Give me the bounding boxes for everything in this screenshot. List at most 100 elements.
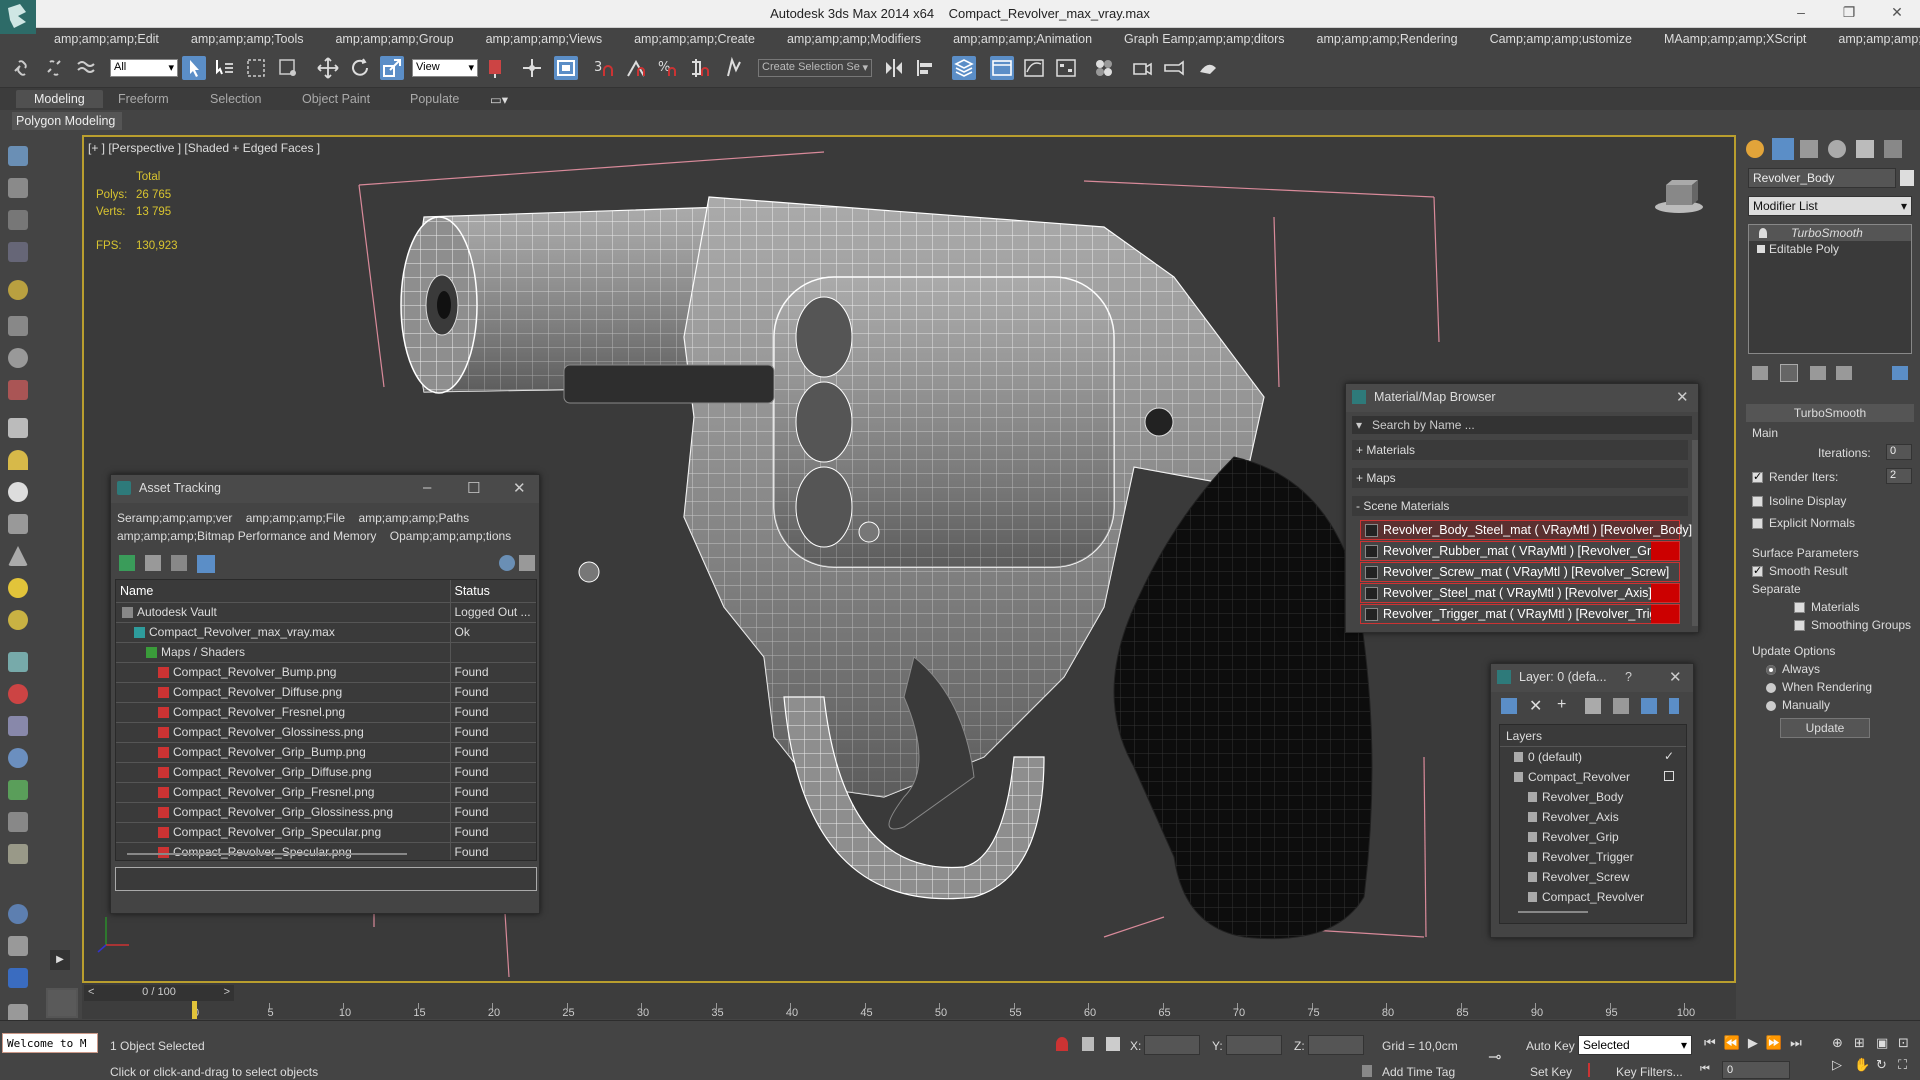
box-icon[interactable] <box>8 418 28 438</box>
time-slider[interactable]: < 0 / 100 > <box>84 985 234 1001</box>
always-radio[interactable] <box>1766 664 1776 675</box>
highlight-layer-icon[interactable] <box>1613 698 1629 714</box>
modify-tab-icon[interactable] <box>1772 138 1794 160</box>
torus-icon[interactable] <box>8 610 28 630</box>
unlink-icon[interactable] <box>42 56 66 80</box>
orbit-icon[interactable]: ↻ <box>1876 1057 1887 1073</box>
layer-item[interactable]: Revolver_Screw <box>1500 867 1686 887</box>
angle-snap-icon[interactable] <box>624 56 648 80</box>
render-iters-spinner[interactable]: 2 <box>1886 468 1912 484</box>
render-production-icon[interactable] <box>1196 56 1220 80</box>
layer-scrollbar[interactable] <box>1518 911 1588 913</box>
rendered-frame-window-icon[interactable] <box>1162 56 1186 80</box>
menu-rendering[interactable]: amp;amp;amp;Rendering <box>1299 32 1472 46</box>
cloth-icon[interactable] <box>8 844 28 864</box>
x-coordinate-field[interactable] <box>1144 1035 1200 1055</box>
when-rendering-radio[interactable] <box>1766 682 1776 693</box>
timeline-ruler[interactable]: 0510152025303540455055606570758085909510… <box>134 1001 1695 1019</box>
manually-radio[interactable] <box>1766 700 1776 711</box>
minimize-icon[interactable]: – <box>423 479 431 496</box>
close-button[interactable]: ✕ <box>1886 4 1908 22</box>
layer-item[interactable]: 0 (default) ✓ <box>1500 747 1686 767</box>
display-icon[interactable] <box>8 210 28 230</box>
table-row[interactable]: Compact_Revolver_Grip_Specular.png Found <box>116 822 536 843</box>
material-item[interactable]: Revolver_Steel_mat ( VRayMtl ) [Revolver… <box>1360 583 1680 603</box>
viewport-layout-icon[interactable] <box>8 242 28 262</box>
menu-edit[interactable]: amp;amp;amp;Edit <box>36 32 173 46</box>
zoom-icon[interactable]: ⊕ <box>1832 1035 1843 1051</box>
selection-filter-dropdown[interactable]: All <box>110 59 178 77</box>
select-manipulate-icon[interactable] <box>520 56 544 80</box>
asset-tracking-titlebar[interactable]: Asset Tracking – ☐ ✕ <box>111 475 539 503</box>
configure-modifier-sets-icon[interactable] <box>1892 366 1908 380</box>
menu-tools[interactable]: amp;amp;amp;Tools <box>173 32 318 46</box>
tab-object-paint[interactable]: Object Paint <box>302 92 370 106</box>
add-to-layer-icon[interactable]: + <box>1557 696 1566 714</box>
edit-named-selection-icon[interactable] <box>724 56 748 80</box>
make-unique-icon[interactable] <box>1810 366 1826 380</box>
tab-freeform[interactable]: Freeform <box>118 92 169 106</box>
bind-space-warp-icon[interactable] <box>74 56 98 80</box>
render-iters-checkbox[interactable] <box>1752 470 1763 484</box>
table-row[interactable]: Compact_Revolver_Diffuse.png Found <box>116 682 536 703</box>
table-row[interactable]: Compact_Revolver_Grip_Bump.png Found <box>116 742 536 763</box>
spinner-snap-icon[interactable] <box>688 56 712 80</box>
update-button[interactable]: Update <box>1780 718 1870 738</box>
add-time-tag-button[interactable]: Add Time Tag <box>1382 1065 1455 1079</box>
maximize-viewport-icon[interactable]: ⛶ <box>1898 1057 1907 1073</box>
create-layer-icon[interactable] <box>1501 698 1517 714</box>
asset-menu-options[interactable]: Opamp;amp;amp;tions <box>390 529 511 543</box>
camera-icon[interactable] <box>8 316 28 336</box>
current-frame-field[interactable]: 0 <box>1722 1061 1790 1079</box>
table-row[interactable]: Compact_Revolver_Grip_Glossiness.png Foun… <box>116 802 536 823</box>
modifier-list-dropdown[interactable]: Modifier List ▾ <box>1748 196 1912 216</box>
layer-manager-icon[interactable] <box>952 56 976 80</box>
gear-icon[interactable] <box>8 748 28 768</box>
goto-end-icon[interactable]: ⏭ <box>1790 1035 1810 1050</box>
menu-create[interactable]: amp;amp;amp;Create <box>616 32 769 46</box>
teapot-icon[interactable] <box>8 514 28 534</box>
key-selection-dropdown[interactable]: Selected ▾ <box>1578 1035 1692 1055</box>
table-row[interactable]: Compact_Revolver_Grip_Diffuse.png Found <box>116 762 536 783</box>
maxscript-listener[interactable]: Welcome to M <box>2 1033 98 1053</box>
zoom-all-icon[interactable]: ⊞ <box>1854 1035 1865 1051</box>
lock-icon[interactable] <box>1082 1037 1094 1051</box>
material-item[interactable]: Revolver_Rubber_mat ( VRayMtl ) [Revolve… <box>1360 541 1680 561</box>
foliage-icon[interactable] <box>8 780 28 800</box>
select-in-layer-icon[interactable] <box>1585 698 1601 714</box>
material-item[interactable]: Revolver_Body_Steel_mat ( VRayMtl ) [Rev… <box>1360 520 1692 540</box>
asset-menu-paths[interactable]: amp;amp;amp;Paths <box>358 511 469 525</box>
absolute-mode-icon[interactable] <box>1106 1037 1120 1051</box>
dynamics-icon[interactable] <box>8 684 28 704</box>
schematic-view-icon[interactable] <box>1054 56 1078 80</box>
set-key-button[interactable]: Set Key <box>1530 1065 1572 1079</box>
layer-explorer-icon[interactable] <box>8 178 28 198</box>
asset-menu-file[interactable]: amp;amp;amp;File <box>246 511 345 525</box>
sphere-icon[interactable] <box>8 482 28 502</box>
link-icon[interactable] <box>10 56 34 80</box>
tab-populate[interactable]: Populate <box>410 92 459 106</box>
refresh-icon[interactable] <box>119 555 135 571</box>
menu-graph-editors[interactable]: Graph Eamp;amp;amp;ditors <box>1106 32 1299 46</box>
separate-materials-checkbox[interactable] <box>1794 602 1805 614</box>
render-setup-icon[interactable] <box>1130 56 1154 80</box>
scene-explorer-icon[interactable] <box>8 146 28 166</box>
move-icon[interactable] <box>316 56 340 80</box>
set-key-icon[interactable]: ⊸ <box>1488 1047 1514 1066</box>
hair-icon[interactable] <box>8 812 28 832</box>
rotate-icon[interactable] <box>348 56 372 80</box>
material-item[interactable]: Revolver_Screw_mat ( VRayMtl ) [Revolver… <box>1360 562 1680 582</box>
stack-item-editable-poly[interactable]: Editable Poly <box>1749 241 1911 257</box>
column-status[interactable]: Status <box>450 580 536 603</box>
display-tab-icon[interactable] <box>1856 140 1874 158</box>
named-selection-set-dropdown[interactable]: Create Selection Se <box>758 59 872 77</box>
key-filters-button[interactable]: Key Filters... <box>1616 1065 1683 1079</box>
layer-item[interactable]: Revolver_Axis <box>1500 807 1686 827</box>
show-end-result-icon[interactable] <box>1780 364 1798 382</box>
zoom-extents-icon[interactable]: ▣ <box>1876 1035 1888 1051</box>
layer-titlebar[interactable]: Layer: 0 (defa... ? ✕ <box>1491 664 1693 692</box>
table-row[interactable]: Compact_Revolver_max_vray.max Ok <box>116 622 536 643</box>
object-color-swatch[interactable] <box>1900 170 1914 186</box>
iterations-spinner[interactable]: 0 <box>1886 444 1912 460</box>
layer-item[interactable]: Revolver_Grip <box>1500 827 1686 847</box>
